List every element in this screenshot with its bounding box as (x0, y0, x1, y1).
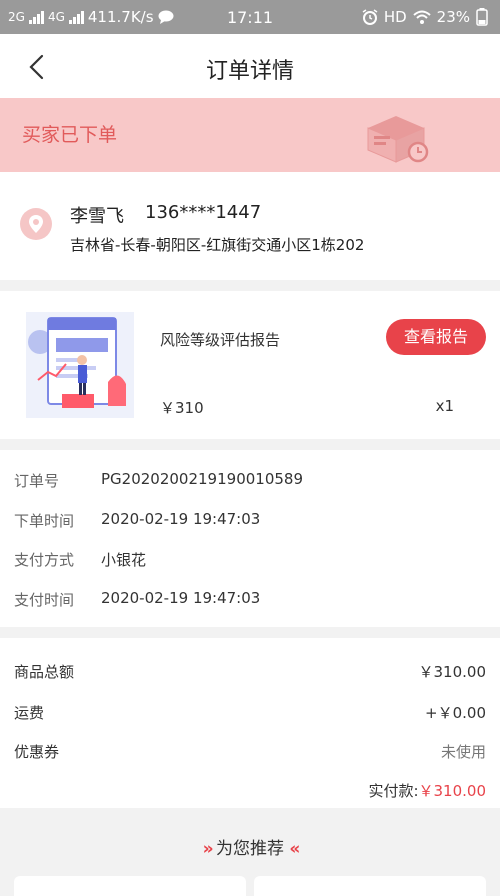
shipping-fee-value: +￥0.00 (425, 704, 486, 722)
product-card: 风险等级评估报告 查看报告 ￥310 x1 (0, 291, 500, 439)
payment-time-value: 2020-02-19 19:47:03 (101, 589, 261, 607)
recommend-title: 为您推荐 (216, 839, 284, 859)
coupon-value: 未使用 (440, 743, 486, 761)
hd-label: HD (383, 8, 407, 26)
recommend-section: » 为您推荐 « (0, 818, 500, 896)
recommend-card[interactable] (254, 876, 486, 896)
shipping-fee-label: 运费 (14, 704, 45, 722)
payment-method-label: 支付方式 (14, 551, 75, 569)
product-thumbnail (26, 312, 134, 418)
paid-label: 实付款: (368, 782, 419, 800)
product-name: 风险等级评估报告 (160, 331, 281, 349)
order-info-card: 订单号 PG2020200219190010589 下单时间 2020-02-1… (0, 450, 500, 627)
order-time-value: 2020-02-19 19:47:03 (101, 510, 261, 528)
location-pin-icon (20, 208, 52, 240)
address-detail: 吉林省-长春-朝阳区-红旗街交通小区1栋202 (70, 236, 365, 254)
double-chevron-left-icon: « (289, 839, 300, 859)
product-quantity: x1 (435, 397, 454, 415)
subtotal-label: 商品总额 (14, 663, 75, 681)
coupon-label: 优惠券 (14, 743, 60, 761)
paid-total: 实付款:￥310.00 (368, 780, 486, 801)
order-number-value: PG2020200219190010589 (101, 470, 303, 488)
product-price: ￥310 (160, 399, 204, 417)
battery-percent: 23% (436, 8, 470, 26)
double-chevron-right-icon: » (202, 839, 214, 859)
payment-time-label: 支付时间 (14, 591, 75, 609)
order-status-text: 买家已下单 (22, 124, 118, 146)
recommend-card[interactable] (14, 876, 246, 896)
status-bar: 2G 4G 411.7K/s 17:11 HD 23% (0, 0, 500, 34)
order-number-label: 订单号 (14, 472, 60, 490)
status-right: HD 23% (362, 8, 488, 26)
payment-method-value: 小银花 (101, 551, 147, 569)
package-clock-icon (367, 116, 429, 163)
shipping-address-card: 李雪飞 136****1447 吉林省-长春-朝阳区-红旗街交通小区1栋202 (0, 172, 500, 280)
recipient-name: 李雪飞 (70, 206, 124, 227)
order-time-label: 下单时间 (14, 512, 75, 530)
alarm-icon (362, 9, 378, 25)
wifi-icon (412, 10, 431, 24)
page-title: 订单详情 (205, 59, 294, 84)
subtotal-value: ￥310.00 (418, 663, 487, 681)
recommend-header: » 为您推荐 « (0, 834, 500, 859)
view-report-button[interactable]: 查看报告 (386, 319, 486, 355)
paid-amount: ￥310.00 (418, 782, 487, 800)
recipient-phone: 136****1447 (145, 202, 262, 223)
nav-bar: 订单详情 (0, 34, 500, 98)
order-status-banner: 买家已下单 (0, 98, 500, 172)
battery-icon (476, 8, 488, 26)
price-summary-card: 商品总额 ￥310.00 运费 +￥0.00 优惠券 未使用 实付款:￥310.… (0, 638, 500, 808)
